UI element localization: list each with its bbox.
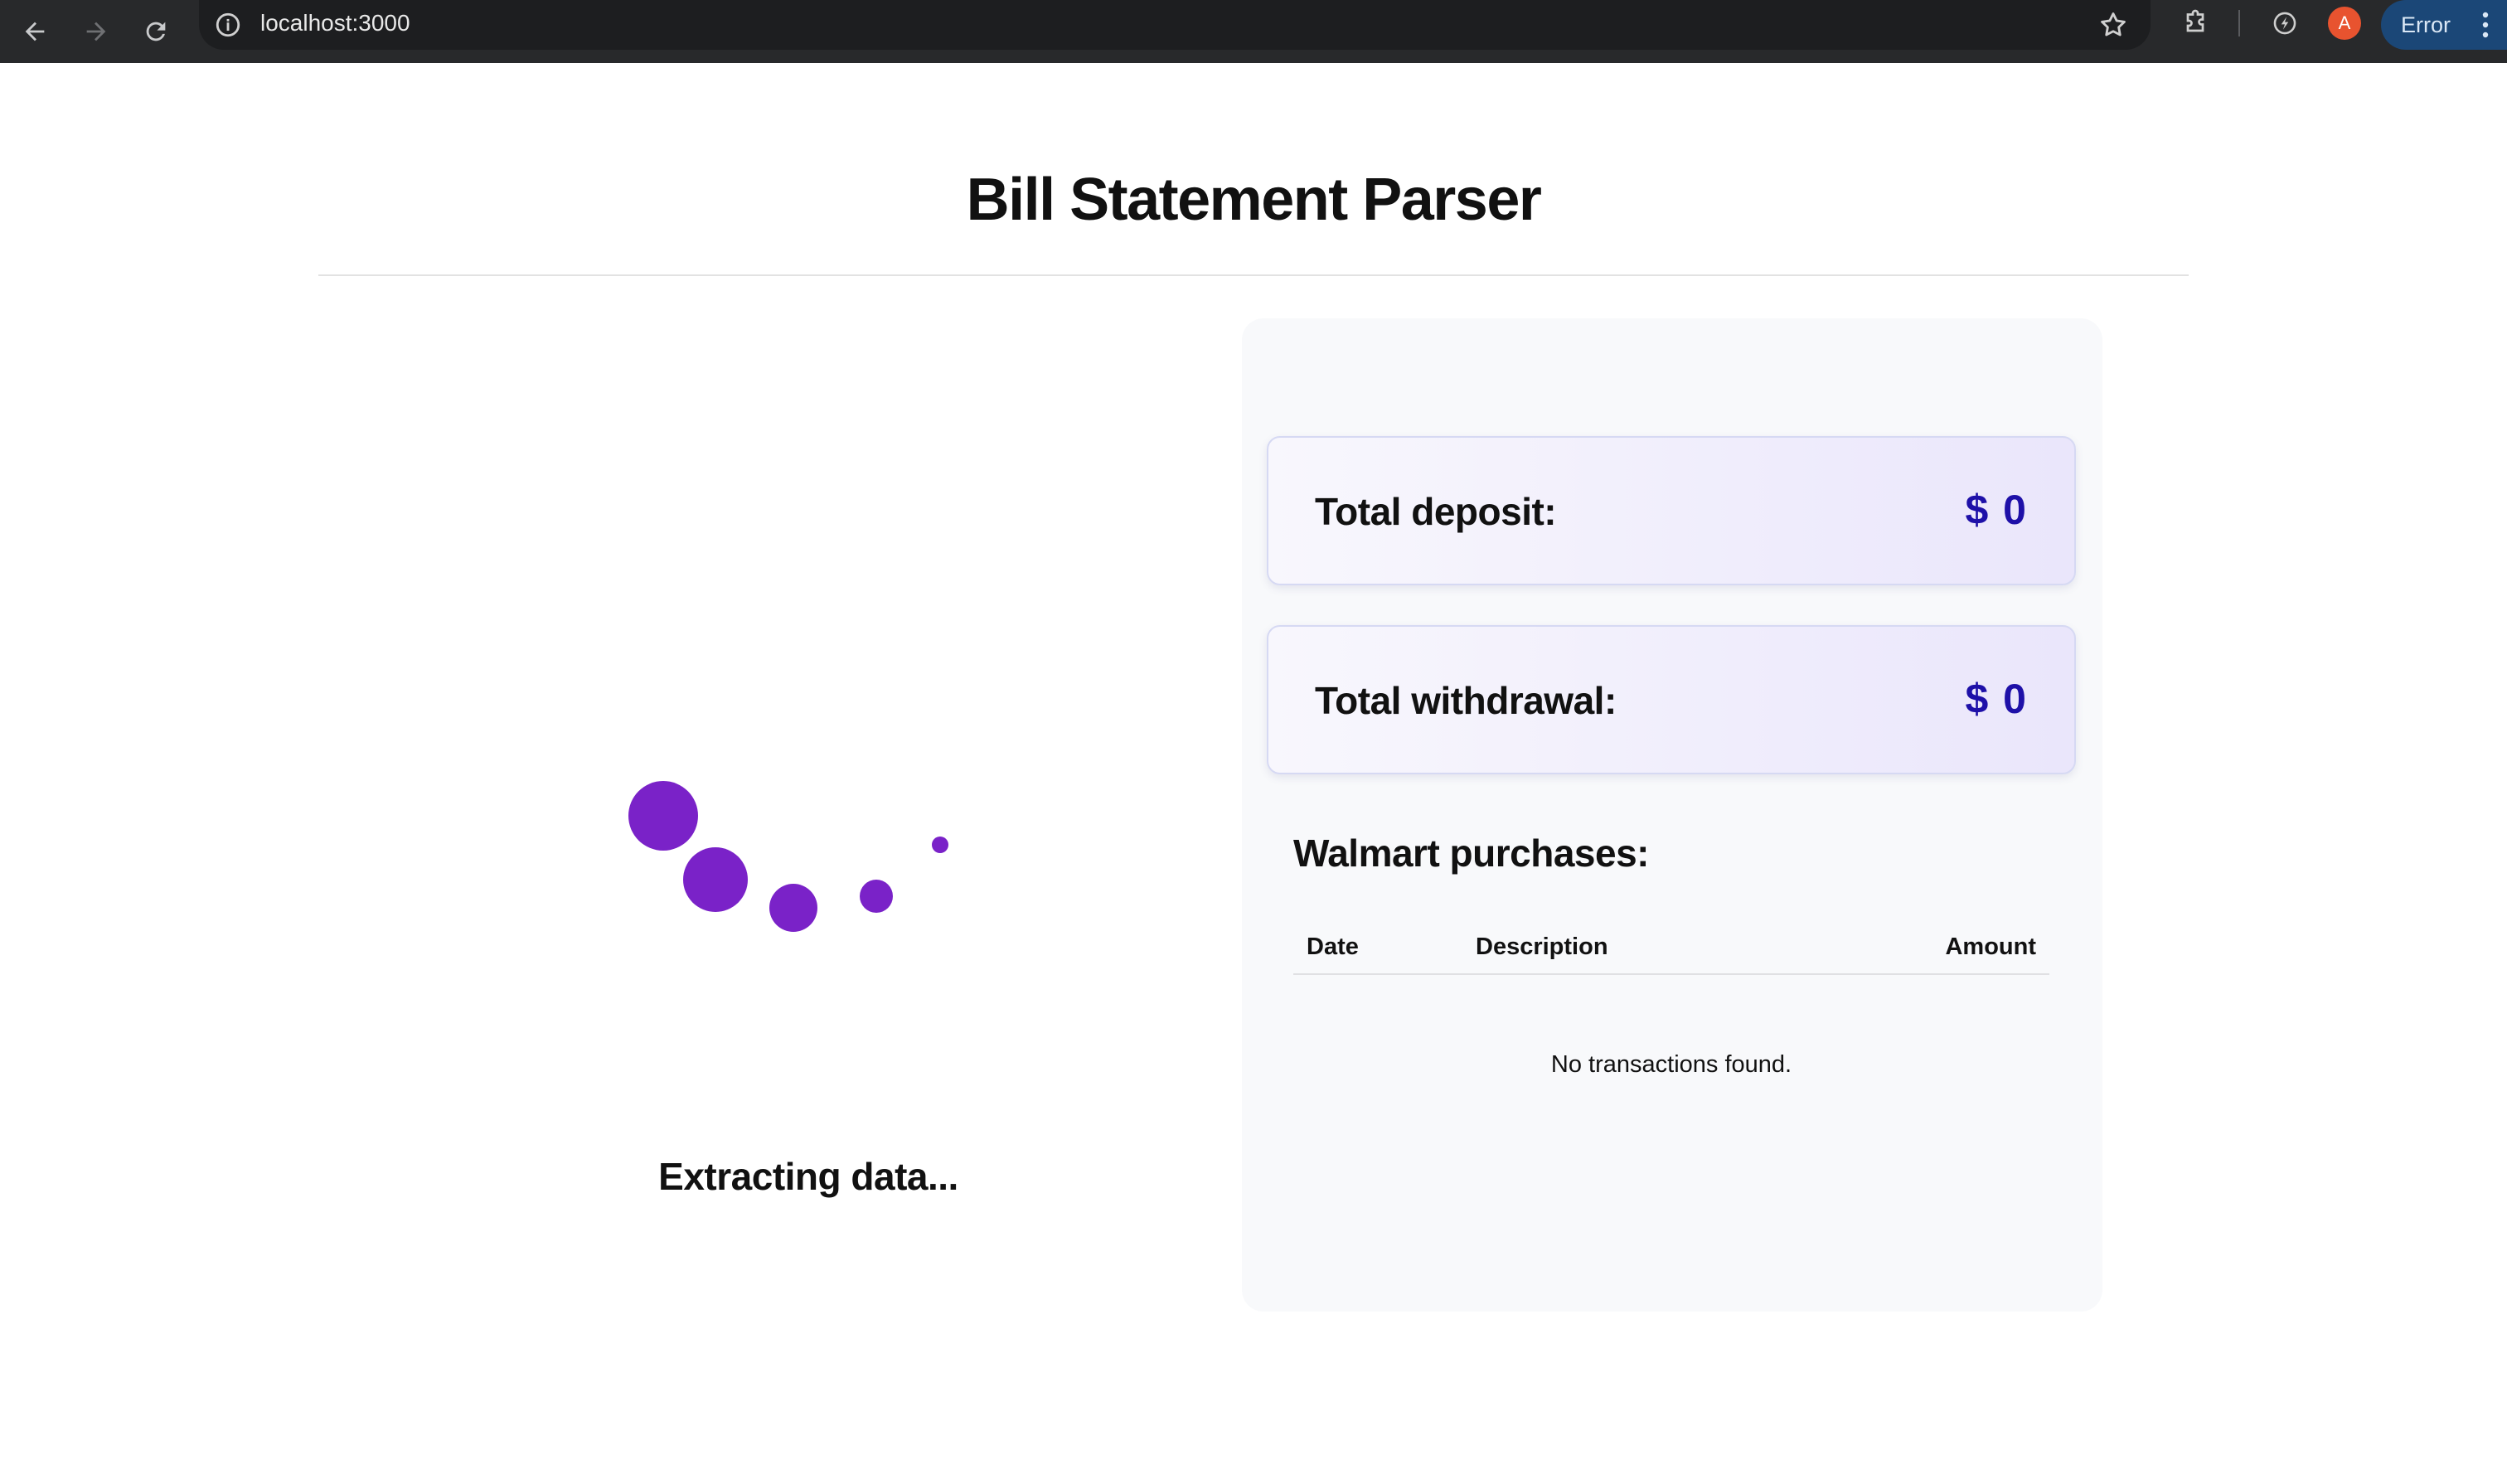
spinner-dot	[932, 837, 948, 853]
total-deposit-label: Total deposit:	[1315, 490, 1557, 533]
title-divider	[318, 274, 2189, 276]
total-deposit-card: Total deposit: $ 0	[1267, 436, 2076, 585]
results-panel: Total deposit: $ 0 Total withdrawal: $ 0…	[1242, 318, 2102, 1312]
menu-dots-icon[interactable]	[2482, 12, 2489, 38]
transactions-table-header: Date Description Amount	[1293, 934, 2049, 975]
site-info-icon[interactable]	[214, 11, 242, 39]
reload-icon	[146, 22, 166, 41]
purchases-title: Walmart purchases:	[1293, 832, 1650, 875]
total-deposit-value: $ 0	[1965, 487, 2028, 533]
browser-toolbar: localhost:3000 A Error	[0, 0, 2507, 63]
spinner-dot	[683, 847, 748, 912]
url-text[interactable]: localhost:3000	[260, 10, 410, 36]
column-header-description: Description	[1476, 934, 1608, 960]
spinner-dot	[769, 884, 817, 932]
back-button[interactable]	[12, 8, 58, 55]
column-header-date: Date	[1307, 934, 1359, 960]
total-withdrawal-label: Total withdrawal:	[1315, 679, 1617, 722]
spinner-dot	[628, 781, 698, 851]
toolbar-divider	[2238, 10, 2240, 36]
arrow-right-icon	[86, 22, 106, 41]
loading-status-text: Extracting data...	[658, 1155, 958, 1198]
reload-button[interactable]	[133, 8, 179, 55]
address-bar[interactable]: localhost:3000	[199, 0, 2151, 50]
spinner-dot	[860, 880, 893, 913]
speed-icon	[2273, 12, 2296, 35]
extensions-button[interactable]	[2179, 7, 2212, 40]
performance-button[interactable]	[2268, 7, 2301, 40]
profile-avatar[interactable]: A	[2328, 7, 2361, 40]
error-status-button[interactable]: Error	[2381, 0, 2507, 50]
page-title: Bill Statement Parser	[966, 167, 1542, 233]
column-header-amount: Amount	[1945, 934, 2036, 960]
total-withdrawal-card: Total withdrawal: $ 0	[1267, 625, 2076, 774]
arrow-left-icon	[25, 22, 45, 41]
bookmark-star-icon[interactable]	[2097, 9, 2129, 41]
forward-button[interactable]	[73, 8, 119, 55]
empty-transactions-message: No transactions found.	[1550, 1051, 1792, 1078]
error-status-label: Error	[2401, 12, 2451, 37]
loading-spinner	[613, 771, 962, 953]
total-withdrawal-value: $ 0	[1965, 676, 2028, 722]
puzzle-icon	[2186, 9, 2204, 32]
